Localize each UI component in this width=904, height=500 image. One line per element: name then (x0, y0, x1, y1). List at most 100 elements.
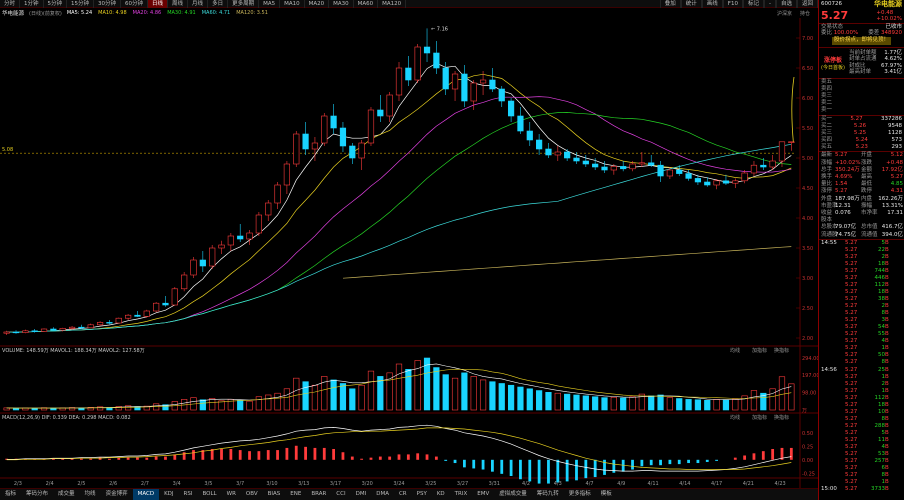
tick-price: 5.27 (845, 246, 858, 253)
indicator-tab-8[interactable]: BOLL (197, 489, 221, 500)
period-tab-1[interactable]: 1分钟 (20, 0, 44, 8)
indicator-tab-9[interactable]: WR (222, 489, 241, 500)
volume-tool-1[interactable]: 加指标 (752, 347, 767, 354)
indicator-tab-25[interactable]: 模板 (596, 489, 617, 500)
tick-price: 5.27 (845, 317, 858, 324)
ma-tool-2[interactable]: MA20 (305, 0, 330, 8)
indicator-tab-12[interactable]: ENE (285, 489, 306, 500)
date-axis-label: 3/5 (204, 481, 212, 487)
period-tab-4[interactable]: 30分钟 (94, 0, 122, 8)
indicator-tab-24[interactable]: 更多指标 (564, 489, 596, 500)
tick-row: 5.27 288 B (819, 423, 904, 430)
indicator-tab-23[interactable]: 筹码九转 (532, 489, 564, 500)
indicator-tab-1[interactable]: 筹码分布 (21, 489, 53, 500)
date-axis-label: 3/7 (236, 481, 244, 487)
toolbar-right-item-2[interactable]: 画线 (701, 0, 723, 8)
candle-body (433, 52, 440, 69)
volume-bar (778, 376, 786, 411)
price-axis-label: 7.00 (802, 36, 813, 42)
indicator-tab-5[interactable]: MACD (132, 489, 160, 500)
stat-value-2: 4.31 (890, 188, 903, 195)
candle-body (722, 180, 730, 184)
tick-volume: 1 (881, 387, 886, 394)
tick-flag: B (885, 479, 889, 486)
buy-level-label: 买一 (821, 115, 833, 122)
period-tab-6[interactable]: 日线 (148, 0, 169, 8)
toolbar-right-item-3[interactable]: F10 (722, 0, 743, 8)
market-tag-0[interactable]: 沪深京 (777, 10, 792, 17)
macd-tool-1[interactable]: 加指标 (752, 414, 767, 421)
toolbar-right-item-0[interactable]: 叠加 (659, 0, 681, 8)
toolbar-right-item-5[interactable]: - (763, 0, 776, 8)
macd-tool-2[interactable]: 换指标 (774, 414, 789, 421)
tick-volume: 744 (874, 267, 886, 274)
kline-chart[interactable]: 7.00 6.50 6.00 5.50 5.00 4.50 4.00 3.50 3.00 2.50… (0, 18, 818, 488)
indicator-tab-10[interactable]: OBV (241, 489, 263, 500)
volume-tool-0[interactable]: 均线 (730, 347, 740, 354)
tick-flag: B (885, 260, 889, 267)
ma-tool-3[interactable]: MA30 (329, 0, 354, 8)
tick-volume: 2 (881, 380, 886, 387)
period-tab-8[interactable]: 月线 (188, 0, 209, 8)
indicator-tab-2[interactable]: 成交量 (53, 489, 80, 500)
candle-body (96, 322, 104, 326)
period-tab-2[interactable]: 5分钟 (44, 0, 68, 8)
tick-time (821, 338, 845, 345)
volume-tool-2[interactable]: 换指标 (774, 347, 789, 354)
stat-label: 涨停 (821, 188, 833, 195)
ma-tool-1[interactable]: MA10 (280, 0, 305, 8)
indicator-tab-19[interactable]: KD (432, 489, 450, 500)
period-tab-3[interactable]: 15分钟 (67, 0, 95, 8)
indicator-tab-21[interactable]: EMV (472, 489, 494, 500)
news-banner[interactable]: 股价拐点，即将见顶！ (831, 37, 891, 45)
candle-body (741, 172, 748, 182)
indicator-tab-13[interactable]: BRAR (306, 489, 331, 500)
ma-tool-0[interactable]: MA5 (259, 0, 281, 8)
tick-row: 5.27 8 B (819, 416, 904, 423)
toolbar-right-item-7[interactable]: 返回 (796, 0, 818, 8)
period-tab-0[interactable]: 分时 (0, 0, 21, 8)
toolbar-right-item-6[interactable]: 自选 (775, 0, 797, 8)
candle-body (536, 139, 543, 150)
indicator-tab-17[interactable]: CR (394, 489, 412, 500)
volume-bar (433, 367, 440, 411)
candle-body (704, 181, 711, 186)
indicator-tab-11[interactable]: BIAS (263, 489, 286, 500)
tick-time (821, 479, 845, 486)
tick-time (821, 423, 845, 430)
indicator-tab-16[interactable]: DMA (371, 489, 394, 500)
indicator-tab-4[interactable]: 资金博弈 (101, 489, 133, 500)
indicator-tab-14[interactable]: CCI (331, 489, 350, 500)
stat-row: 外盘 187.98万 内盘 162.26万 (819, 196, 904, 203)
indicator-tab-0[interactable]: 指标 (0, 489, 21, 500)
tick-row: 5.27 112 B (819, 282, 904, 289)
volume-bar (367, 370, 375, 411)
buy-level-price: 5.27 (850, 115, 863, 122)
indicator-tab-20[interactable]: TRIX (450, 489, 473, 500)
candle-body (461, 73, 468, 102)
stat-value: 350.24万 (835, 166, 860, 173)
indicator-tab-7[interactable]: RSI (179, 489, 198, 500)
stat-label: 外盘 (821, 195, 833, 202)
indicator-tab-18[interactable]: PSY (412, 489, 432, 500)
period-tab-9[interactable]: 多日 (208, 0, 229, 8)
tick-row: 5.27 1 B (819, 374, 904, 381)
toolbar-right-item-4[interactable]: 标记 (742, 0, 764, 8)
ma-tool-5[interactable]: MA120 (378, 0, 407, 8)
indicator-tab-22[interactable]: 虚拟成交量 (494, 489, 532, 500)
ma-tool-4[interactable]: MA60 (354, 0, 379, 8)
indicator-tab-15[interactable]: DMI (351, 489, 372, 500)
tick-flag: B (885, 458, 889, 465)
indicator-tab-6[interactable]: KDJ (159, 489, 178, 500)
limit-up-stat-row: 最高封单 3.41亿 (847, 69, 904, 76)
macd-tool-0[interactable]: 均线 (730, 414, 740, 421)
limit-up-stat-label: 最高封单 (849, 69, 872, 76)
period-tab-5[interactable]: 60分钟 (121, 0, 149, 8)
period-tab-10[interactable]: 更多周期 (228, 0, 260, 8)
toolbar-right-item-1[interactable]: 统计 (680, 0, 702, 8)
indicator-tab-3[interactable]: 均线 (80, 489, 101, 500)
stock-name[interactable]: 华电能源 (874, 0, 902, 9)
tick-volume: 55 (878, 331, 885, 338)
market-tag-1[interactable]: 持仓 (800, 10, 810, 17)
period-tab-7[interactable]: 周线 (168, 0, 189, 8)
